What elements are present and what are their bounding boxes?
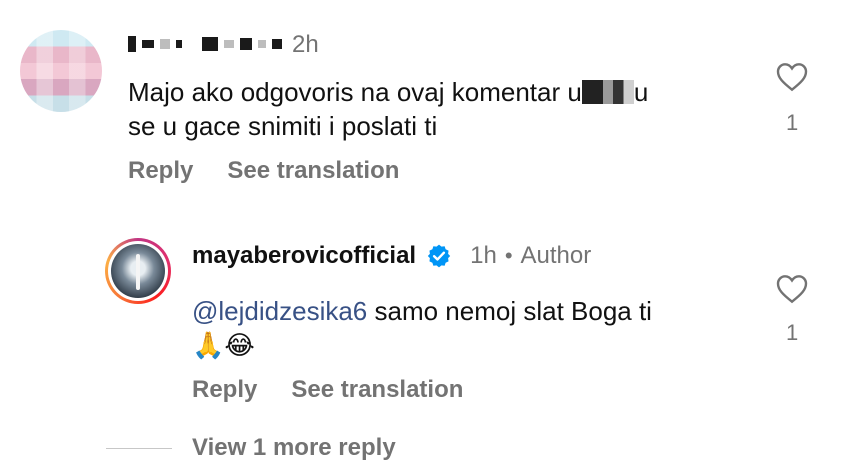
reply-text-body: samo nemoj slat Boga ti — [367, 296, 652, 326]
author-label: Author — [520, 242, 592, 269]
author-avatar[interactable] — [105, 238, 171, 304]
separator-dot: • — [504, 243, 513, 268]
comment-time: 2h — [292, 31, 319, 58]
verified-badge-icon — [427, 244, 451, 268]
see-translation-button[interactable]: See translation — [291, 376, 463, 404]
comment-text-part2: u — [633, 77, 649, 107]
commenter-username-redacted[interactable] — [128, 33, 282, 55]
see-translation-button[interactable]: See translation — [227, 157, 399, 185]
mention-link[interactable]: @lejdidzesika6 — [192, 296, 367, 326]
reply-time: 1h — [470, 242, 497, 269]
heart-icon[interactable] — [776, 62, 808, 92]
reply-actions: Reply See translation — [192, 376, 463, 404]
redacted-word — [581, 80, 634, 104]
like-count: 1 — [786, 110, 799, 135]
comment-text-line2: se u gace snimiti i poslati ti — [128, 111, 438, 141]
reply-header: mayaberovicofficial 1h • Author — [192, 242, 591, 270]
reply-button[interactable]: Reply — [192, 376, 257, 404]
view-more-replies[interactable]: View 1 more reply — [106, 434, 396, 462]
comment-text-part1: Majo ako odgovoris na ovaj komentar u — [128, 77, 582, 107]
commenter-avatar[interactable] — [20, 30, 102, 112]
reply-button[interactable]: Reply — [128, 157, 193, 185]
heart-icon[interactable] — [776, 274, 808, 304]
comment-text: Majo ako odgovoris na ovaj komentar u u s… — [128, 75, 718, 143]
author-username[interactable]: mayaberovicofficial — [192, 242, 416, 270]
emoji-pray-laugh: 🙏😂 — [192, 331, 255, 361]
like-count: 1 — [786, 320, 799, 345]
view-more-replies-label[interactable]: View 1 more reply — [192, 434, 396, 462]
thread-line — [106, 447, 172, 449]
reply-text: @lejdidzesika6 samo nemoj slat Boga ti 🙏… — [192, 294, 752, 363]
comment-actions: Reply See translation — [128, 157, 399, 185]
